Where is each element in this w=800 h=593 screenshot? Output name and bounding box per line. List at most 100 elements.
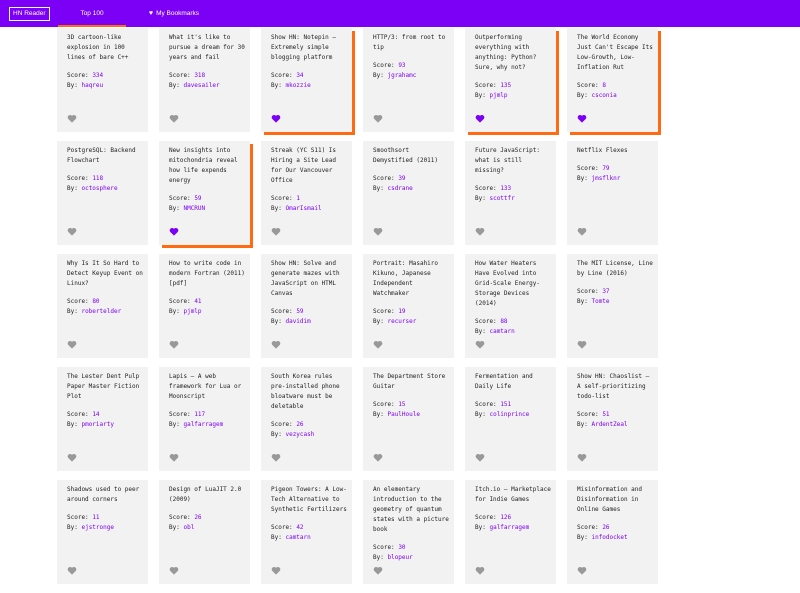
story-title[interactable]: How to write code in modern Fortran (201…: [169, 259, 245, 289]
heart-icon[interactable]: [271, 227, 281, 236]
story-title[interactable]: The Department Store Guitar: [373, 372, 449, 392]
story-card[interactable]: Lapis – A web framework for Lua or Moons…: [159, 367, 250, 471]
heart-icon[interactable]: [577, 340, 587, 349]
story-title[interactable]: PostgreSQL: Backend Flowchart: [67, 146, 143, 166]
author-link[interactable]: haqreu: [81, 82, 103, 89]
story-title[interactable]: Future JavaScript: what is still missing…: [475, 146, 551, 176]
heart-icon[interactable]: [373, 566, 383, 575]
heart-icon[interactable]: [475, 227, 485, 236]
story-title[interactable]: Show HN: Notepin – Extremely simple blog…: [271, 33, 347, 63]
story-card[interactable]: Outperforming everything with anything: …: [465, 28, 556, 132]
story-card[interactable]: Netflix Flexes Score: 79 By: jmsflknr: [567, 141, 658, 245]
story-card[interactable]: New insights into mitochondria reveal ho…: [159, 141, 250, 245]
story-title[interactable]: Design of LuaJIT 2.0 (2009): [169, 485, 245, 505]
heart-icon[interactable]: [169, 453, 179, 462]
author-link[interactable]: NMCRUN: [183, 205, 205, 212]
story-card[interactable]: Show HN: Chaoslist – A self-prioritizing…: [567, 367, 658, 471]
heart-icon[interactable]: [577, 227, 587, 236]
author-link[interactable]: obl: [183, 524, 194, 531]
story-title[interactable]: Streak (YC S11) Is Hiring a Site Lead fo…: [271, 146, 347, 186]
story-card[interactable]: South Korea rules pre-installed phone bl…: [261, 367, 352, 471]
story-title[interactable]: South Korea rules pre-installed phone bl…: [271, 372, 347, 412]
heart-icon[interactable]: [373, 340, 383, 349]
heart-icon[interactable]: [475, 340, 485, 349]
story-title[interactable]: Show HN: Solve and generate mazes with J…: [271, 259, 347, 299]
story-title[interactable]: Show HN: Chaoslist – A self-prioritizing…: [577, 372, 653, 402]
story-title[interactable]: Smoothsort Demystified (2011): [373, 146, 449, 166]
author-link[interactable]: blopeur: [387, 554, 412, 561]
heart-icon[interactable]: [373, 227, 383, 236]
story-card[interactable]: Show HN: Notepin – Extremely simple blog…: [261, 28, 352, 132]
story-title[interactable]: Pigeon Towers: A Low-Tech Alternative to…: [271, 485, 347, 515]
story-card[interactable]: Future JavaScript: what is still missing…: [465, 141, 556, 245]
story-card[interactable]: How to write code in modern Fortran (201…: [159, 254, 250, 358]
story-title[interactable]: Itch.io – Marketplace for Indie Games: [475, 485, 551, 505]
heart-icon[interactable]: [169, 566, 179, 575]
author-link[interactable]: infodocket: [591, 534, 627, 541]
tab-my-bookmarks[interactable]: ♥ My Bookmarks: [148, 0, 200, 27]
heart-icon[interactable]: [373, 114, 383, 123]
story-title[interactable]: How Water Heaters Have Evolved into Grid…: [475, 259, 551, 309]
story-card[interactable]: Streak (YC S11) Is Hiring a Site Lead fo…: [261, 141, 352, 245]
heart-icon[interactable]: [577, 453, 587, 462]
heart-filled-icon[interactable]: [475, 114, 485, 123]
author-link[interactable]: robertelder: [81, 308, 121, 315]
story-card[interactable]: HTTP/3: from root to tip Score: 93 By: jgr…: [363, 28, 454, 132]
author-link[interactable]: recurser: [387, 318, 416, 325]
author-link[interactable]: pmoriarty: [81, 421, 114, 428]
heart-icon[interactable]: [67, 227, 77, 236]
story-title[interactable]: Portrait: Masahiro Kikuno, Japanese Inde…: [373, 259, 449, 299]
author-link[interactable]: davidim: [285, 318, 310, 325]
heart-icon[interactable]: [169, 340, 179, 349]
author-link[interactable]: camtarn: [285, 534, 310, 541]
story-title[interactable]: Why Is It So Hard to Detect Keyup Event …: [67, 259, 143, 289]
story-title[interactable]: What it's like to pursue a dream for 30 …: [169, 33, 245, 63]
author-link[interactable]: Tomte: [591, 298, 609, 305]
story-card[interactable]: How Water Heaters Have Evolved into Grid…: [465, 254, 556, 358]
story-card[interactable]: The World Economy Just Can't Escape Its …: [567, 28, 658, 132]
heart-icon[interactable]: [67, 566, 77, 575]
story-card[interactable]: Why Is It So Hard to Detect Keyup Event …: [57, 254, 148, 358]
story-title[interactable]: Lapis – A web framework for Lua or Moons…: [169, 372, 245, 402]
author-link[interactable]: scottfr: [489, 195, 514, 202]
author-link[interactable]: galfarragem: [183, 421, 223, 428]
story-title[interactable]: Shadows used to peer around corners: [67, 485, 143, 505]
heart-icon[interactable]: [67, 340, 77, 349]
heart-icon[interactable]: [67, 453, 77, 462]
story-card[interactable]: The Lester Dent Pulp Paper Master Fictio…: [57, 367, 148, 471]
heart-icon[interactable]: [271, 566, 281, 575]
author-link[interactable]: csdrane: [387, 185, 412, 192]
author-link[interactable]: ejstronge: [81, 524, 114, 531]
author-link[interactable]: davesailer: [183, 82, 219, 89]
author-link[interactable]: ArdentZeal: [591, 421, 627, 428]
story-card[interactable]: An elementary introduction to the geomet…: [363, 480, 454, 584]
story-title[interactable]: Outperforming everything with anything: …: [475, 33, 551, 73]
tab-top-100[interactable]: Top 100: [58, 0, 126, 27]
story-card[interactable]: 3D cartoon-like explosion in 100 lines o…: [57, 28, 148, 132]
author-link[interactable]: vezycash: [285, 431, 314, 438]
story-card[interactable]: Misinformation and Disinformation in Onl…: [567, 480, 658, 584]
author-link[interactable]: jmsflknr: [591, 175, 620, 182]
story-card[interactable]: Pigeon Towers: A Low-Tech Alternative to…: [261, 480, 352, 584]
heart-icon[interactable]: [169, 114, 179, 123]
author-link[interactable]: pjmlp: [489, 92, 507, 99]
author-link[interactable]: galfarragem: [489, 524, 529, 531]
heart-icon[interactable]: [271, 340, 281, 349]
heart-icon[interactable]: [577, 566, 587, 575]
story-card[interactable]: What it's like to pursue a dream for 30 …: [159, 28, 250, 132]
story-title[interactable]: The Lester Dent Pulp Paper Master Fictio…: [67, 372, 143, 402]
story-title[interactable]: The MIT License, Line by Line (2016): [577, 259, 653, 279]
story-card[interactable]: Shadows used to peer around corners Score…: [57, 480, 148, 584]
story-card[interactable]: Design of LuaJIT 2.0 (2009) Score: 26 By: …: [159, 480, 250, 584]
story-card[interactable]: The Department Store Guitar Score: 15 By: …: [363, 367, 454, 471]
author-link[interactable]: mkozzie: [285, 82, 310, 89]
heart-filled-icon[interactable]: [271, 114, 281, 123]
app-logo[interactable]: HN Reader: [9, 7, 50, 21]
heart-filled-icon[interactable]: [577, 114, 587, 123]
story-card[interactable]: Fermentation and Daily Life Score: 151 By:…: [465, 367, 556, 471]
story-card[interactable]: PostgreSQL: Backend Flowchart Score: 118 B…: [57, 141, 148, 245]
heart-icon[interactable]: [475, 453, 485, 462]
author-link[interactable]: OmarIsmail: [285, 205, 321, 212]
story-title[interactable]: An elementary introduction to the geomet…: [373, 485, 449, 535]
story-title[interactable]: Netflix Flexes: [577, 146, 653, 156]
